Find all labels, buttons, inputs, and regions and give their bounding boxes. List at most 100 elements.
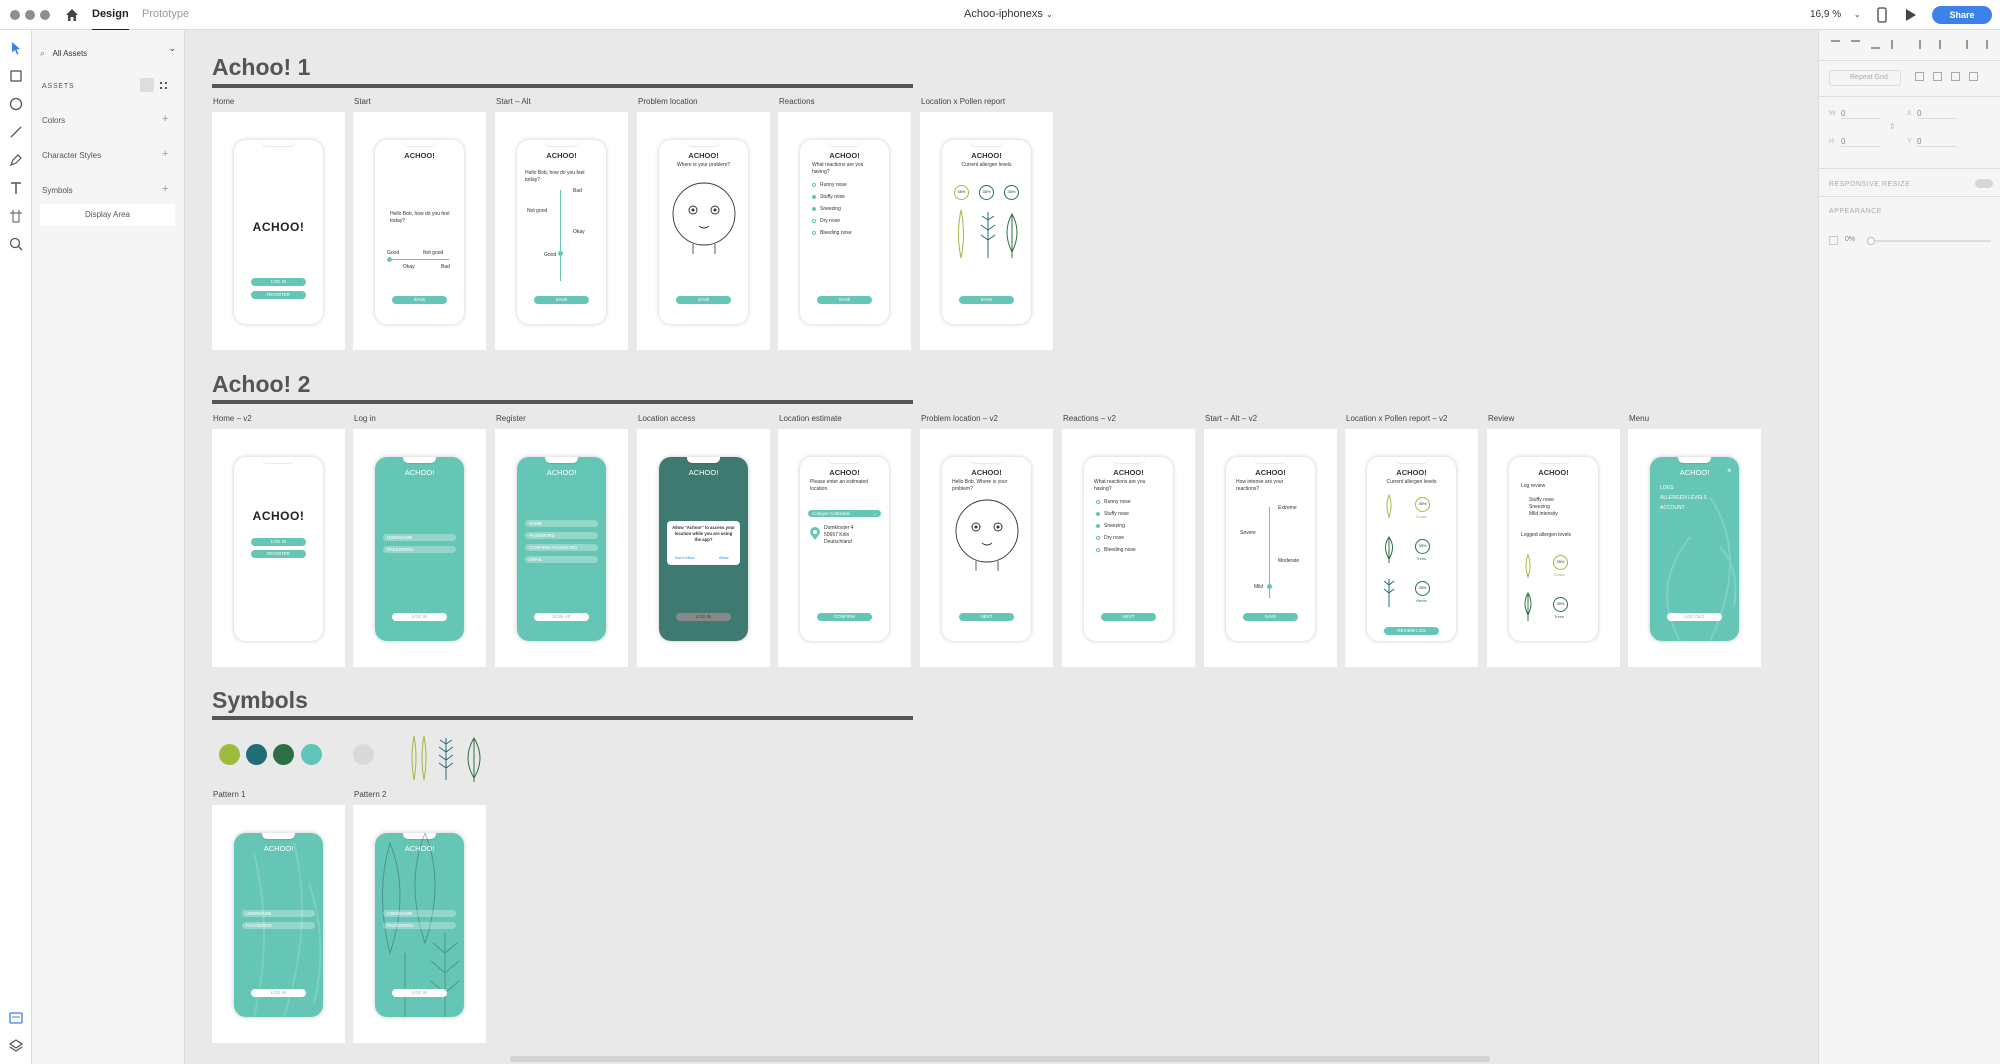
password-field[interactable]: PASSWORD (525, 532, 598, 539)
align-bottom-icon[interactable] (1871, 40, 1880, 49)
color-swatch[interactable] (353, 744, 374, 765)
artboard-label-location-pollen-report[interactable]: Location x Pollen report (921, 97, 1005, 106)
assets-panel-icon[interactable] (8, 1010, 24, 1026)
device-preview-icon[interactable] (1877, 7, 1887, 23)
save-button[interactable]: SAVE (1243, 613, 1298, 621)
zoom-window-button[interactable] (40, 10, 50, 20)
reaction-item[interactable]: Dry nose (820, 218, 840, 225)
artboard-home-v2[interactable]: ACHOO! LOG IN REGISTER (212, 429, 345, 667)
save-button[interactable]: SAVE (959, 296, 1014, 304)
artboard-label-pattern-2[interactable]: Pattern 2 (354, 790, 386, 799)
artboard-pattern-1[interactable]: ACHOO! USERNAME PASSWORD LOG IN (212, 805, 345, 1043)
radio-checked[interactable] (1096, 524, 1100, 528)
artboard-problem-location-v2[interactable]: ACHOO! Hello Bob, Where is your problem?… (920, 429, 1053, 667)
artboard-label-start-alt[interactable]: Start – Alt (496, 97, 531, 106)
artboard-label-home-v2[interactable]: Home – v2 (213, 414, 252, 423)
register-button[interactable]: REGISTER (251, 550, 306, 558)
repeat-grid-button[interactable]: Repeat Grid (1829, 70, 1901, 86)
artboard-label-log-in[interactable]: Log in (354, 414, 376, 423)
email-field[interactable]: EMAIL (525, 556, 598, 563)
height-input[interactable]: 0 (1841, 137, 1881, 147)
save-button[interactable]: SAVE (676, 296, 731, 304)
artboard-label-location-access[interactable]: Location access (638, 414, 695, 423)
document-title[interactable]: Achoo-iphonexs ⌄ (964, 8, 1053, 20)
face-icon[interactable] (954, 499, 1020, 579)
reaction-item[interactable]: Dry nose (1104, 535, 1124, 542)
play-icon[interactable] (1905, 8, 1917, 22)
align-middle-icon[interactable] (1851, 40, 1860, 49)
reaction-item[interactable]: Stuffy nose (820, 194, 845, 201)
artboard-register[interactable]: ACHOO! NAME PASSWORD CONFIRM PASSWORD EM… (495, 429, 628, 667)
symbol-display-area[interactable]: Display Area (40, 204, 175, 226)
log-out-button[interactable]: LOG OUT (1667, 613, 1722, 621)
opacity-slider[interactable] (1869, 240, 1991, 242)
artboard-review[interactable]: ACHOO! Log review Stuffy nose Sneezing M… (1487, 429, 1620, 667)
responsive-resize-toggle[interactable] (1975, 179, 1993, 188)
login-button[interactable]: LOG IN (251, 278, 306, 286)
face-icon[interactable] (671, 182, 737, 262)
next-button[interactable]: NEXT (1101, 613, 1156, 621)
line-tool-icon[interactable] (8, 124, 24, 140)
radio-checked[interactable] (812, 207, 816, 211)
artboard-label-menu[interactable]: Menu (1629, 414, 1649, 423)
reaction-item[interactable]: Sneezing (1104, 523, 1125, 530)
radio-unchecked[interactable] (1096, 500, 1100, 504)
color-swatch[interactable] (246, 744, 267, 765)
artboard-menu[interactable]: ACHOO! × LOGS ALLERGEN LEVELS ACCOUNT LO… (1628, 429, 1761, 667)
opacity-slider-handle[interactable] (1867, 237, 1875, 245)
artboard-label-problem-location[interactable]: Problem location (638, 97, 698, 106)
width-input[interactable]: 0 (1841, 109, 1881, 119)
login-button[interactable]: LOG IN (392, 613, 447, 621)
mood-slider[interactable] (389, 259, 449, 260)
login-button[interactable]: LOG IN (251, 538, 306, 546)
sign-up-button[interactable]: SIGN UP (534, 613, 589, 621)
artboard-problem-location[interactable]: ACHOO! Where is your problem? SAVE (637, 112, 770, 350)
artboard-reactions[interactable]: ACHOO! What reactions are you having? Ru… (778, 112, 911, 350)
tab-design[interactable]: Design (92, 8, 129, 31)
artboard-label-start-alt-v2[interactable]: Start – Alt – v2 (1205, 414, 1257, 423)
zoom-tool-icon[interactable] (8, 236, 24, 252)
artboard-label-review[interactable]: Review (1488, 414, 1514, 423)
color-swatch[interactable] (219, 744, 240, 765)
artboard-start[interactable]: ACHOO! Hello Bob, how do you feel today?… (353, 112, 486, 350)
artboard-location-access[interactable]: ACHOO! Allow "Achoo!" to access your loc… (637, 429, 770, 667)
artboard-start-alt-v2[interactable]: ACHOO! How intense are your reactions? E… (1204, 429, 1337, 667)
save-button[interactable]: SAVE (817, 296, 872, 304)
artboard-log-in[interactable]: ACHOO! USERNAME PASSWORD LOG IN (353, 429, 486, 667)
dont-allow-button[interactable]: Don't Allow (675, 555, 695, 560)
y-input[interactable]: 0 (1917, 137, 1957, 147)
menu-item-account[interactable]: ACCOUNT (1660, 505, 1685, 512)
next-button[interactable]: NEXT (959, 613, 1014, 621)
align-left-icon[interactable] (1919, 40, 1928, 49)
reaction-item[interactable]: Sneezing (820, 206, 841, 213)
radio-checked[interactable] (1096, 512, 1100, 516)
reaction-item[interactable]: Stuffy nose (1104, 511, 1129, 518)
review-log-button[interactable]: REVIEW LOG (1384, 627, 1439, 635)
save-button[interactable]: SAVE (392, 296, 447, 304)
username-field[interactable]: USERNAME (383, 534, 456, 541)
artboard-label-location-estimate[interactable]: Location estimate (779, 414, 842, 423)
tab-prototype[interactable]: Prototype (142, 8, 189, 20)
save-button[interactable]: SAVE (534, 296, 589, 304)
zoom-dropdown[interactable]: 16,9 % ⌄ (1810, 9, 1861, 20)
subtract-boolean-icon[interactable] (1933, 72, 1942, 81)
menu-item-allergen-levels[interactable]: ALLERGEN LEVELS (1660, 495, 1707, 502)
radio-unchecked[interactable] (812, 219, 816, 223)
select-tool-icon[interactable] (8, 40, 24, 56)
login-button[interactable]: LOG IN (676, 613, 731, 621)
mood-scale[interactable] (560, 190, 561, 281)
grid-view-icon[interactable] (160, 82, 167, 89)
ellipse-tool-icon[interactable] (8, 96, 24, 112)
text-tool-icon[interactable] (8, 180, 24, 196)
color-swatch[interactable] (301, 744, 322, 765)
radio-unchecked[interactable] (1096, 536, 1100, 540)
artboard-label-reactions[interactable]: Reactions (779, 97, 815, 106)
x-input[interactable]: 0 (1917, 109, 1957, 119)
horizontal-scrollbar[interactable] (510, 1056, 1490, 1062)
opacity-value[interactable]: 0% (1845, 236, 1855, 243)
name-field[interactable]: NAME (525, 520, 598, 527)
add-color-icon[interactable]: + (162, 113, 168, 125)
symbols-section[interactable]: Symbols (42, 186, 73, 195)
add-character-style-icon[interactable]: + (162, 148, 168, 160)
username-field[interactable]: USERNAME (383, 910, 456, 917)
